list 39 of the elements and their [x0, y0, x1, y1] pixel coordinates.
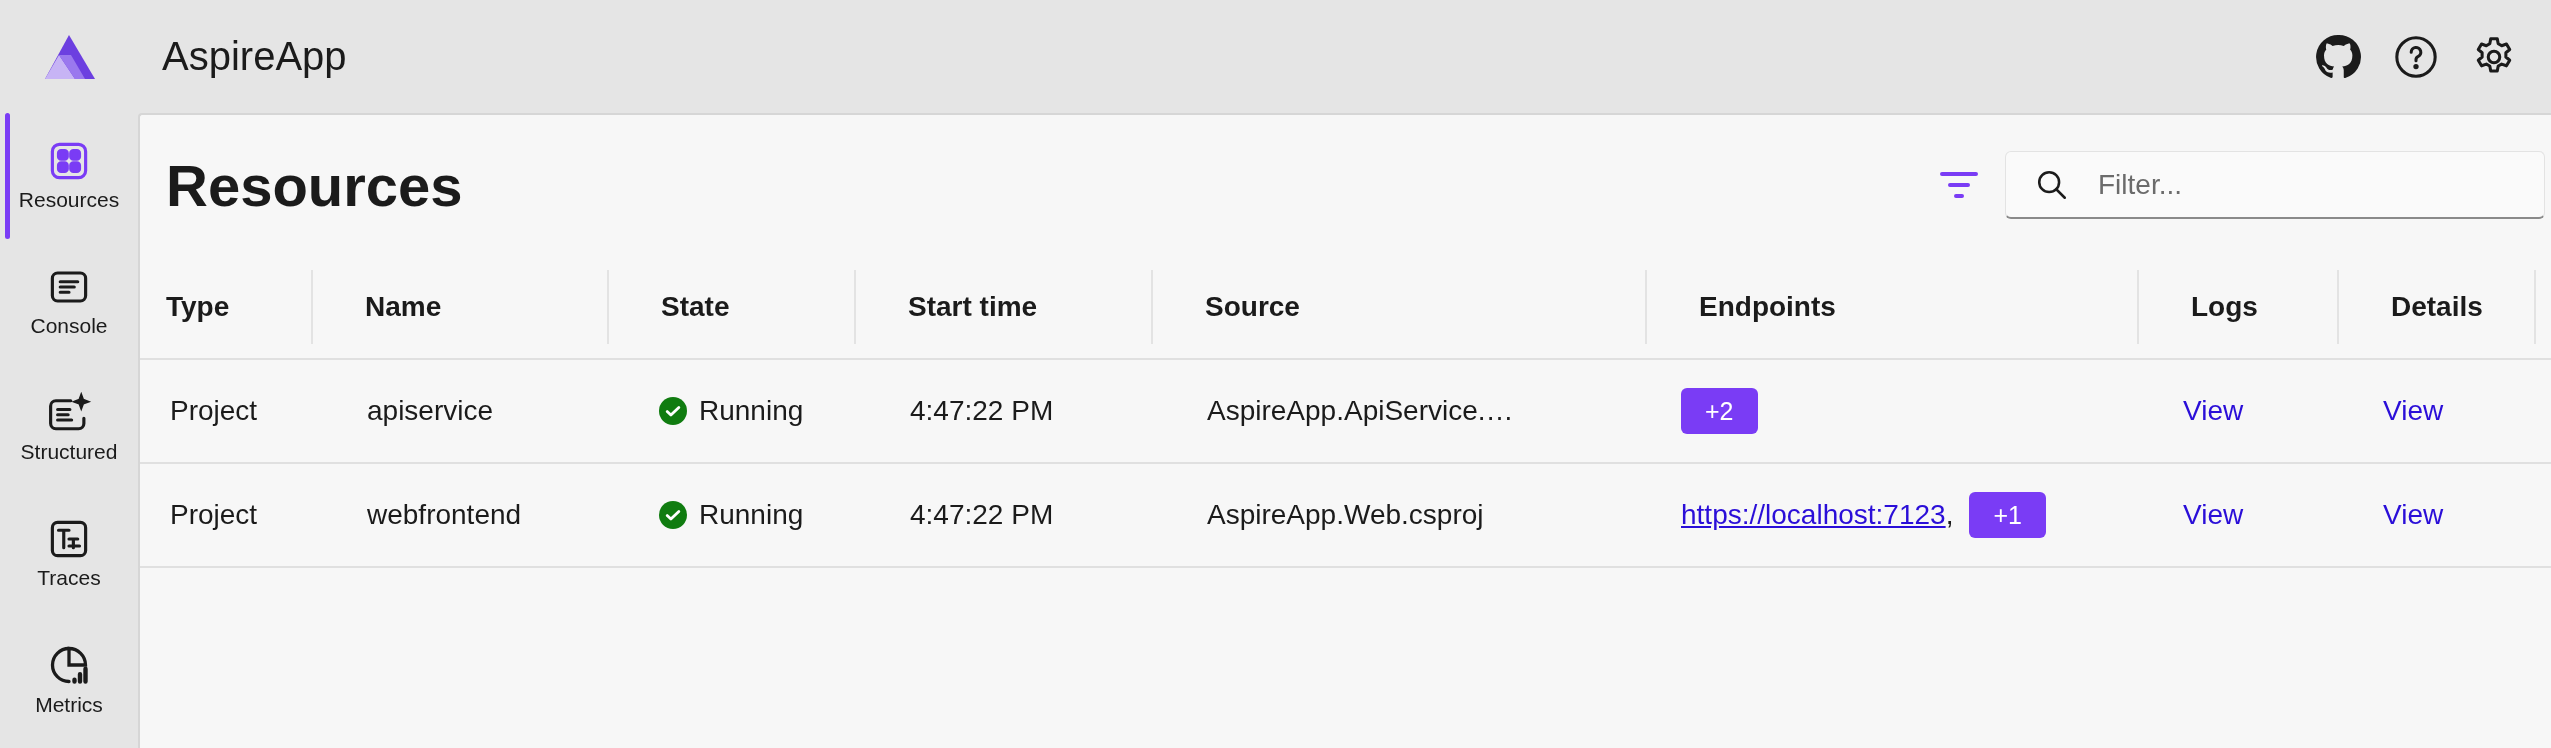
more-endpoints-badge[interactable]: +2 — [1681, 388, 1758, 434]
table-cell: Project — [170, 395, 258, 427]
table-cell: AspireApp.Web.csproj — [1207, 499, 1484, 531]
page-title: Resources — [166, 151, 463, 219]
column-header: Endpoints — [1699, 290, 1836, 323]
column-header: Start time — [908, 290, 1038, 323]
grid-icon — [48, 140, 90, 182]
nav-item[interactable]: Resources — [0, 113, 138, 239]
search-icon — [2035, 168, 2069, 202]
column-header: State — [661, 290, 730, 323]
column-header: Logs — [2191, 290, 2258, 323]
check-circle-icon — [659, 397, 687, 425]
table-cell: Project — [170, 499, 258, 531]
view-logs-link[interactable]: View — [2183, 499, 2244, 531]
app-title: AspireApp — [162, 34, 347, 79]
more-endpoints-badge[interactable]: +1 — [1969, 492, 2046, 538]
table-cell: 4:47:22 PM — [910, 395, 1054, 427]
check-circle-icon — [659, 501, 687, 529]
column-header: Details — [2391, 290, 2483, 323]
table-cell: webfrontend — [367, 499, 522, 531]
nav-item[interactable]: Console — [0, 239, 138, 365]
view-logs-link[interactable]: View — [2183, 395, 2244, 427]
table-cell: 4:47:22 PM — [910, 499, 1054, 531]
column-header: Source — [1205, 290, 1300, 323]
nav-item[interactable]: Metrics — [0, 617, 138, 743]
filter-field[interactable]: Filter... — [2005, 151, 2545, 219]
traces-icon — [48, 518, 90, 560]
table-cell: AspireApp.ApiService.… — [1207, 395, 1514, 427]
separator-text: , — [1945, 499, 1954, 531]
nav-item[interactable]: Structured — [0, 365, 138, 491]
endpoint-link[interactable]: https://localhost:7123 — [1681, 499, 1946, 531]
table-cell: Running — [699, 499, 804, 531]
view-details-link[interactable]: View — [2383, 395, 2444, 427]
column-header: Name — [365, 290, 442, 323]
table-cell: Running — [699, 395, 804, 427]
view-details-link[interactable]: View — [2383, 499, 2444, 531]
nav-item[interactable]: Traces — [0, 491, 138, 617]
column-header: Type — [166, 290, 230, 323]
table-cell: apiservice — [367, 395, 494, 427]
